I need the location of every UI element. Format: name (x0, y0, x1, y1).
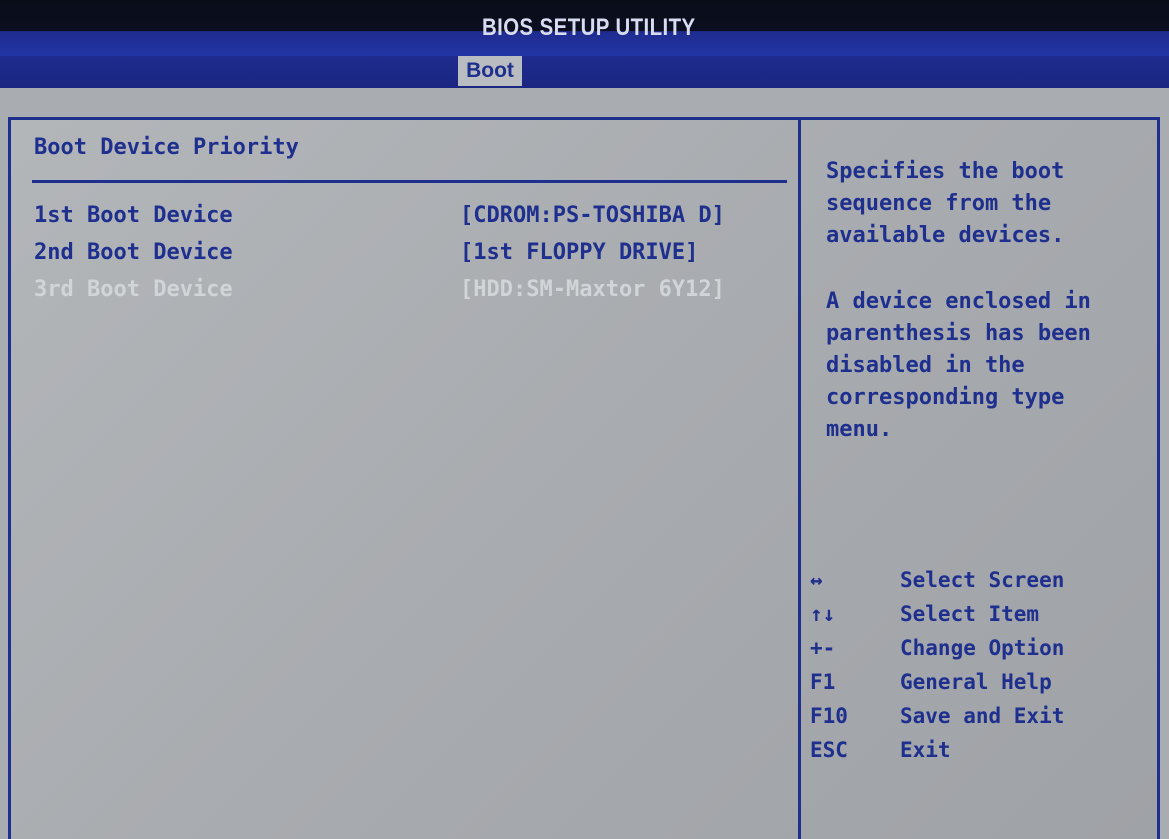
help-line: parenthesis has been (826, 321, 1091, 346)
key-description: Exit (900, 738, 951, 762)
plus-minus-icon: +- (810, 636, 836, 660)
boot-device-3-label: 3rd Boot Device (34, 277, 233, 302)
help-line: disabled in the (826, 353, 1025, 378)
key-description: Select Screen (900, 568, 1065, 592)
help-line: Specifies the boot (826, 159, 1065, 184)
boot-device-2-value[interactable]: [1st FLOPPY DRIVE] (460, 240, 698, 265)
tab-boot[interactable]: Boot (458, 56, 522, 86)
boot-device-1-row[interactable]: 1st Boot Device [CDROM:PS-TOSHIBA D] (34, 203, 794, 231)
key-legend-row: +- Change Option (810, 636, 1150, 670)
up-down-arrow-icon: ↑↓ (810, 602, 836, 626)
window-title: BIOS SETUP UTILITY (481, 14, 696, 41)
boot-device-2-row[interactable]: 2nd Boot Device [1st FLOPPY DRIVE] (34, 240, 794, 268)
key-legend-row: F1 General Help (810, 670, 1150, 704)
tab-strip (0, 56, 1169, 88)
key-description: General Help (900, 670, 1052, 694)
key-description: Save and Exit (900, 704, 1065, 728)
help-line: available devices. (826, 223, 1065, 248)
key-esc: ESC (810, 738, 848, 762)
key-description: Select Item (900, 602, 1040, 626)
key-legend-row: ↔ Select Screen (810, 568, 1150, 602)
key-description: Change Option (900, 636, 1065, 660)
key-legend-row: ↑↓ Select Item (810, 602, 1150, 636)
boot-device-3-value: [HDD:SM-Maxtor 6Y12] (460, 277, 725, 302)
help-line: A device enclosed in (826, 289, 1091, 314)
panel-divider (798, 117, 801, 839)
help-line: corresponding type (826, 385, 1065, 410)
section-title: Boot Device Priority (34, 135, 299, 160)
key-f10: F10 (810, 704, 848, 728)
boot-device-2-label: 2nd Boot Device (34, 240, 233, 265)
help-panel: Specifies the boot sequence from the ava… (826, 156, 1156, 446)
key-legend-row: ESC Exit (810, 738, 1150, 772)
boot-device-1-label: 1st Boot Device (34, 203, 233, 228)
key-legend: ↔ Select Screen ↑↓ Select Item +- Change… (810, 568, 1150, 772)
key-legend-row: F10 Save and Exit (810, 704, 1150, 738)
help-line: menu. (826, 417, 893, 442)
key-f1: F1 (810, 670, 836, 694)
left-right-arrow-icon: ↔ (810, 568, 823, 592)
help-line: sequence from the (826, 191, 1052, 216)
boot-device-3-row: 3rd Boot Device [HDD:SM-Maxtor 6Y12] (34, 277, 794, 305)
section-rule (32, 180, 787, 183)
boot-device-1-value[interactable]: [CDROM:PS-TOSHIBA D] (460, 203, 725, 228)
